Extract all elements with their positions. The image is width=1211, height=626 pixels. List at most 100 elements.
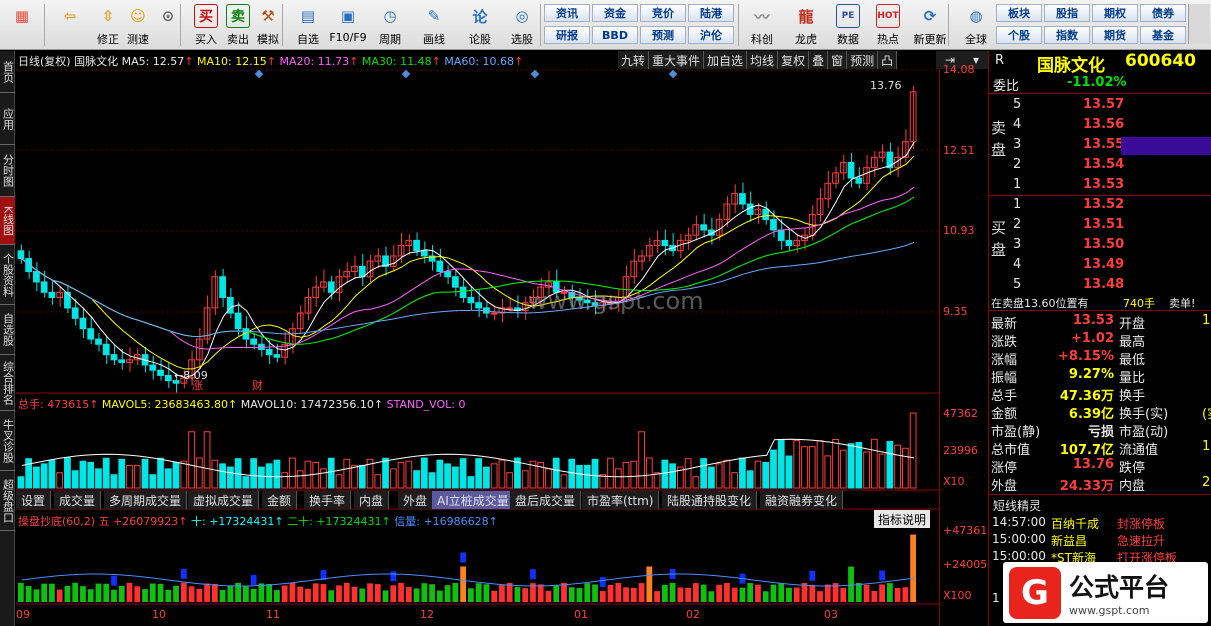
event-label-zhang[interactable]: 涨 [192, 377, 203, 393]
indicator-bar-71 [568, 587, 575, 602]
chart-top-button-7[interactable]: 预测 [847, 51, 879, 69]
toolbar-grid2-top-2-button[interactable]: 期权 [1092, 4, 1138, 22]
toolbar-grid-bottom-2-button[interactable]: 预测 [640, 26, 686, 44]
left-tab-4[interactable]: 个股资料 [0, 245, 15, 305]
toolbar-grid2-bottom-0-button[interactable]: 个股 [996, 26, 1042, 44]
toolbar-icon-button-1[interactable]: ⇦ [50, 2, 90, 48]
stock-code: 600640 [1125, 51, 1196, 71]
left-tab-8[interactable]: 超级盘口 [0, 471, 15, 531]
volume-bar-112 [886, 440, 894, 489]
indicator-subtab-4[interactable]: 金额 [262, 491, 298, 509]
candle-body-58 [467, 297, 475, 304]
logo-g-icon: G [1009, 566, 1061, 619]
ask-row-2[interactable]: 2 13.54 [989, 157, 1211, 176]
toolbar-grid2-bottom-1-button[interactable]: 指数 [1044, 26, 1090, 44]
toolbar-grid2-bottom-2-button[interactable]: 期货 [1092, 26, 1138, 44]
chart-top-button-1[interactable]: 重大事件 [649, 51, 705, 69]
toolbar-button-16[interactable]: PE 数据 [828, 2, 868, 48]
toolbar-grid-bottom-1-button[interactable]: BBD [592, 26, 638, 44]
indicator-bar-94 [747, 583, 754, 602]
left-tab-2[interactable]: 分时图 [0, 145, 15, 197]
indicator-subtab-10[interactable]: 市盈率(ttm) [582, 491, 660, 509]
indicator-bar-23 [196, 588, 203, 602]
indicator-bar-2 [33, 589, 40, 602]
indicator-subtab-2[interactable]: 多周期成交量 [104, 491, 188, 509]
volume-bar-18 [157, 457, 164, 489]
toolbar-grid-bottom-3-button[interactable]: 沪伦 [688, 26, 734, 44]
toolbar-button-18[interactable]: ⟳ 新更新 [910, 2, 950, 48]
indicator-subtab-0[interactable]: 设置 [16, 491, 52, 509]
toolbar-grid-bottom-0-button[interactable]: 研报 [544, 26, 590, 44]
volume-bar-13 [118, 458, 126, 489]
chart-top-button-6[interactable]: 窗 [828, 51, 848, 69]
candle-body-19 [164, 374, 172, 382]
indicator-subtab-11[interactable]: 陆股通持股变化 [662, 491, 758, 509]
toolbar-grid2-top-3-button[interactable]: 债券 [1140, 4, 1186, 22]
toolbar-grid-top-0-button[interactable]: 资讯 [544, 4, 590, 22]
indicator-bar-90 [716, 584, 723, 602]
indicator-bar-111 [879, 584, 885, 602]
toolbar-grid-top-1-button[interactable]: 资金 [592, 4, 638, 22]
bid-row-2[interactable]: 2 13.51 [989, 217, 1211, 236]
chart-top-button-2[interactable]: 加自选 [704, 51, 748, 69]
chart-top-button-8[interactable]: 凸 [878, 51, 898, 69]
indicator-subtab-1[interactable]: 成交量 [54, 491, 102, 509]
toolbar-grid2-bottom-3-button[interactable]: 基金 [1140, 26, 1186, 44]
left-tab-6[interactable]: 综合排名 [0, 355, 15, 411]
indicator-subtab-9[interactable]: 盘后成交量 [510, 491, 582, 509]
ask-row-4[interactable]: 4 13.56 [989, 117, 1211, 136]
chart-top-button-3[interactable]: 均线 [747, 51, 779, 69]
chart-top-button-5[interactable]: 叠 [809, 51, 829, 69]
toolbar-icon-button-0[interactable]: ▦ [2, 2, 42, 48]
toolbar-grid2-top-1-button[interactable]: 股指 [1044, 4, 1090, 22]
indicator-bar-50 [405, 586, 412, 602]
left-tab-7[interactable]: 牛叉诊股 [0, 411, 15, 471]
kline-chart-svg[interactable] [16, 51, 939, 626]
indicator-bar-89 [708, 591, 715, 602]
toolbar-button-14[interactable]: 〰科创 [742, 2, 782, 48]
commission-ratio-value: -11.02% [1067, 75, 1127, 90]
indicator-subtab-3[interactable]: 虚拟成交量 [188, 491, 260, 509]
left-tab-0[interactable]: 首页 [0, 51, 15, 93]
left-tab-5[interactable]: 自选股 [0, 305, 15, 355]
toolbar-button-10[interactable]: ◷ 周期 [370, 2, 410, 48]
toolbar-button-9[interactable]: ▣ F10/F9 [328, 2, 368, 48]
indicator-subtab-8[interactable]: AI立桩成交量 [432, 491, 515, 509]
toolbar-button-19[interactable]: ◍ 全球 [956, 2, 996, 48]
toolbar-button-13[interactable]: ◎ 选股 [502, 2, 542, 48]
toolbar-grid-top-2-button[interactable]: 竞价 [640, 4, 686, 22]
chart-top-button-4[interactable]: 复权 [778, 51, 810, 69]
kline-chart-area[interactable]: 日线(复权) 国脉文化 MA5: 12.57↑ MA10: 12.15↑ MA2… [16, 51, 939, 626]
chart-top-button-0[interactable]: 九转 [618, 51, 650, 69]
indicator-bar-102 [809, 584, 816, 602]
toolbar-button-15[interactable]: 龍龙虎 [786, 2, 826, 48]
chart-top-buttons: 九转 重大事件 加自选 均线 复权叠窗预测凸 [618, 51, 898, 69]
indicator-subtab-7[interactable]: 外盘 [398, 491, 434, 509]
bid-row-4[interactable]: 4 13.49 [989, 257, 1211, 276]
volume-bar-8 [79, 460, 87, 489]
toolbar-overflow[interactable] [1188, 4, 1210, 44]
left-tab-1[interactable]: 应用 [0, 93, 15, 145]
toolbar-button-12[interactable]: 论论股 [460, 2, 500, 48]
toolbar-grid2-top-0-button[interactable]: 板块 [996, 4, 1042, 22]
indicator-bar-35 [289, 582, 296, 602]
indicator-bar-29 [243, 586, 249, 602]
toolbar-button-17[interactable]: HOT 热点 [868, 2, 908, 48]
ask-row-1[interactable]: 1 13.53 [989, 177, 1211, 196]
toolbar-icon-button-4[interactable]: ⊙ [148, 2, 188, 48]
stock-title: 国脉文化 [1037, 56, 1105, 76]
indicator-bar-62 [499, 585, 505, 602]
indicator-subtab-5[interactable]: 换手率 [304, 491, 352, 509]
indicator-help-button[interactable]: 指标说明 [874, 510, 931, 528]
event-label-cai[interactable]: 财 [252, 377, 263, 393]
toolbar-button-8[interactable]: ▤ 自选 [288, 2, 328, 48]
toolbar-grid-top-3-button[interactable]: 陆港 [688, 4, 734, 22]
toolbar-button-11[interactable]: ✎ 画线 [414, 2, 454, 48]
ask-row-5[interactable]: 5 13.57 [989, 97, 1211, 116]
indicator-blue-bar-102 [809, 570, 816, 581]
bid-row-3[interactable]: 3 13.50 [989, 237, 1211, 256]
indicator-subtab-12[interactable]: 融资融券变化 [760, 491, 844, 509]
bid-row-1[interactable]: 1 13.52 [989, 197, 1211, 216]
indicator-subtab-6[interactable]: 内盘 [354, 491, 390, 509]
left-tab-3[interactable]: K线图 [0, 197, 15, 245]
